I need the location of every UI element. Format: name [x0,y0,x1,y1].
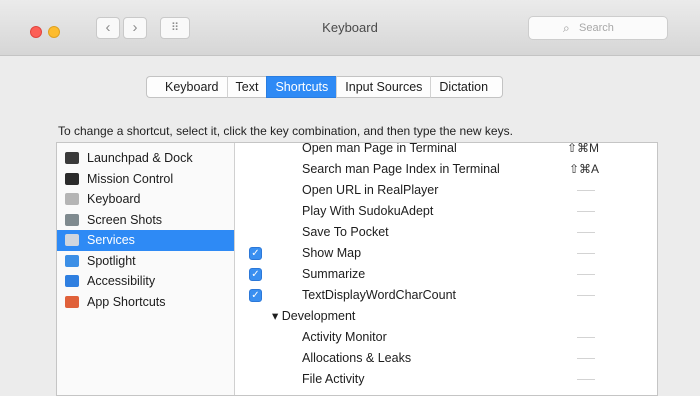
sidebar-item-spotlight[interactable]: Spotlight [57,251,234,272]
sidebar-item-label: Accessibility [87,274,156,289]
close-window-button[interactable] [30,26,42,38]
shortcut-name: Open URL in RealPlayer [302,183,439,197]
shortcut-row[interactable]: Open URL in RealPlayer [236,180,657,201]
no-shortcut-placeholder[interactable] [577,379,595,380]
tab-dictation[interactable]: Dictation [430,76,504,98]
shortcut-row[interactable]: Play With SudokuAdept [236,201,657,222]
shortcuts-panel: Launchpad & Dock Mission Control Keyboard S… [56,142,658,396]
shortcut-name: Play With SudokuAdept [302,204,434,218]
shortcut-name: Activity Monitor [302,330,387,344]
search-icon: ⌕ [563,21,570,35]
sidebar-item-label: Services [87,233,135,248]
shortcut-row[interactable]: Save To Pocket [236,222,657,243]
sidebar-item-keyboard[interactable]: Keyboard [57,189,234,210]
no-shortcut-placeholder[interactable] [577,232,595,233]
mission-control-icon [65,172,79,185]
shortcut-key[interactable]: ⇧⌘M [567,143,599,159]
no-shortcut-placeholder[interactable] [577,211,595,212]
forward-button[interactable]: › [123,17,147,39]
search-placeholder: Search [579,22,614,34]
sidebar-item-services[interactable]: Services [57,230,234,251]
chevron-left-icon: ‹ [105,19,111,36]
tab-text[interactable]: Text [226,76,267,98]
tab-shortcuts[interactable]: Shortcuts [266,76,337,98]
tab-input-sources[interactable]: Input Sources [336,76,431,98]
search-field[interactable]: ⌕ Search [528,16,668,40]
enabled-checkbox[interactable]: ✓ [249,289,262,302]
keyboard-preferences-window: ‹ › ⠿ Keyboard ⌕ Search Keyboard Text Sh… [0,0,700,396]
instructions-text: To change a shortcut, select it, click t… [58,124,513,138]
shortcut-list: Open man Page in Terminal ⇧⌘M Search man P… [236,142,657,395]
accessibility-icon [65,275,79,288]
group-row[interactable]: ▾ Development [236,306,657,327]
shortcut-name: Show Map [302,246,362,260]
tab-keyboard[interactable]: Keyboard [146,76,227,98]
shortcut-row[interactable]: Open man Page in Terminal ⇧⌘M [236,142,657,159]
spotlight-icon [65,254,79,267]
launchpad-dock-icon [65,152,79,165]
grid-icon: ⠿ [170,22,180,34]
no-shortcut-placeholder[interactable] [577,295,595,296]
shortcut-name: Summarize [302,267,366,281]
shortcut-name: Open man Page in Terminal [302,142,457,155]
services-gear-icon [65,234,79,247]
title-bar: ‹ › ⠿ Keyboard ⌕ Search [0,0,700,56]
minimize-window-button[interactable] [48,26,60,38]
category-list: Launchpad & Dock Mission Control Keyboard S… [57,143,235,395]
no-shortcut-placeholder[interactable] [577,337,595,338]
enabled-checkbox[interactable]: ✓ [249,268,262,281]
sidebar-item-label: Mission Control [87,171,174,186]
shortcut-row[interactable]: ✓ Summarize [236,264,657,285]
no-shortcut-placeholder[interactable] [577,253,595,254]
shortcut-row[interactable]: File Activity [236,369,657,390]
window-title: Keyboard [322,20,378,35]
sidebar-item-mission-control[interactable]: Mission Control [57,169,234,190]
shortcut-row[interactable]: ✓ TextDisplayWordCharCount [236,285,657,306]
sidebar-item-launchpad-dock[interactable]: Launchpad & Dock [57,148,234,169]
sidebar-item-label: Screen Shots [87,212,163,227]
shortcut-row[interactable]: Activity Monitor [236,327,657,348]
shortcut-name: File Activity [302,372,365,386]
shortcut-name: ▾ Development [272,309,356,323]
back-button[interactable]: ‹ [96,17,120,39]
sidebar-item-screen-shots[interactable]: Screen Shots [57,210,234,231]
chevron-right-icon: › [132,19,138,36]
shortcut-name: Save To Pocket [302,225,389,239]
shortcut-name: TextDisplayWordCharCount [302,288,456,302]
shortcut-name: Allocations & Leaks [302,351,412,365]
sidebar-item-label: App Shortcuts [87,294,166,309]
sidebar-item-label: Keyboard [87,192,141,207]
shortcut-name: Search man Page Index in Terminal [302,162,500,176]
show-all-button[interactable]: ⠿ [160,17,190,39]
sidebar-item-app-shortcuts[interactable]: App Shortcuts [57,292,234,313]
shortcut-row[interactable]: Search man Page Index in Terminal ⇧⌘A [236,159,657,180]
no-shortcut-placeholder[interactable] [577,190,595,191]
tab-bar: Keyboard Text Shortcuts Input Sources Di… [146,76,504,98]
sidebar-item-label: Spotlight [87,253,136,268]
screen-shots-icon [65,213,79,226]
no-shortcut-placeholder[interactable] [577,358,595,359]
shortcut-key[interactable]: ⇧⌘A [569,159,599,180]
enabled-checkbox[interactable]: ✓ [249,247,262,260]
keyboard-icon [65,193,79,206]
sidebar-item-label: Launchpad & Dock [87,151,193,166]
shortcut-row[interactable]: ✓ Show Map [236,243,657,264]
sidebar-item-accessibility[interactable]: Accessibility [57,271,234,292]
app-shortcuts-icon [65,295,79,308]
no-shortcut-placeholder[interactable] [577,274,595,275]
shortcut-row[interactable]: Allocations & Leaks [236,348,657,369]
